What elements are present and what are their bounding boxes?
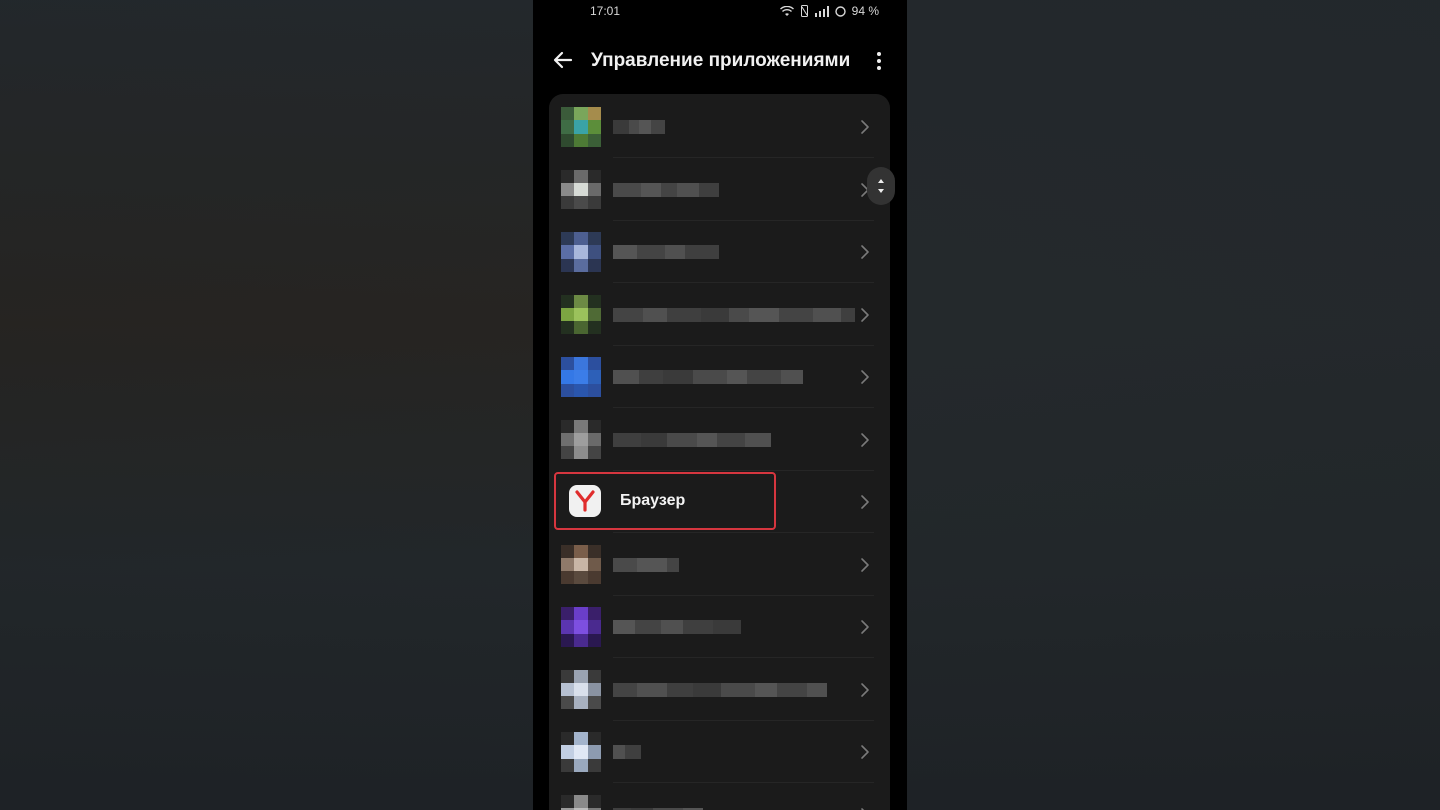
chevron-right-icon: [861, 120, 869, 134]
app-icon-pixelated: [561, 357, 601, 397]
app-row-redacted[interactable]: [549, 534, 890, 596]
battery-percent: 94 %: [851, 4, 879, 18]
signal-icon: [814, 5, 829, 17]
app-row-redacted[interactable]: [549, 784, 890, 810]
back-arrow-icon[interactable]: [551, 48, 575, 72]
status-time: 17:01: [590, 4, 621, 18]
chevron-right-icon: [861, 495, 869, 509]
app-name-redacted: [613, 307, 855, 322]
app-icon-pixelated: [561, 294, 601, 335]
app-row-redacted[interactable]: [549, 659, 890, 721]
chevron-right-icon: [861, 745, 869, 759]
app-icon-pixelated: [561, 232, 601, 272]
chevron-right-icon: [861, 370, 869, 384]
app-name-redacted: [613, 620, 741, 634]
app-icon-pixelated: [561, 107, 601, 147]
app-icon-pixelated: [561, 544, 601, 585]
phone-screen: 17:01 94 % Управление приложениями Брауз…: [533, 0, 907, 810]
app-name-redacted: [613, 245, 719, 259]
app-name-redacted: [613, 682, 827, 697]
app-icon-pixelated: [561, 732, 601, 772]
app-row-redacted[interactable]: [549, 409, 890, 471]
chevron-right-icon: [861, 620, 869, 634]
app-name-redacted: [613, 120, 665, 134]
app-list: Браузер: [549, 94, 890, 810]
app-name-redacted: [613, 557, 679, 572]
scroll-arrows-icon: [878, 179, 884, 193]
app-icon-pixelated: [561, 169, 601, 210]
app-icon-pixelated: [561, 794, 601, 810]
app-name-redacted: [613, 745, 641, 759]
app-icon-pixelated: [561, 607, 601, 647]
chevron-right-icon: [861, 432, 869, 447]
chevron-right-icon: [861, 682, 869, 697]
app-row-redacted[interactable]: [549, 159, 890, 221]
app-name-redacted: [613, 432, 771, 447]
background-blur-right: [907, 0, 1440, 810]
app-name-redacted: [613, 370, 803, 384]
status-icons: 94 %: [779, 4, 879, 18]
chevron-right-icon: [861, 245, 869, 259]
app-name-redacted: [613, 182, 719, 197]
battery-ring-icon: [834, 5, 846, 17]
app-row-redacted[interactable]: [549, 284, 890, 346]
chevron-right-icon: [861, 557, 869, 572]
app-bar: Управление приложениями: [533, 42, 907, 82]
chevron-right-icon: [861, 307, 869, 322]
fast-scroll-handle[interactable]: [867, 167, 895, 205]
highlight-box: [554, 472, 776, 530]
app-icon-pixelated: [561, 419, 601, 460]
vibrate-icon: [800, 5, 808, 17]
app-row-redacted[interactable]: [549, 596, 890, 658]
app-row-redacted[interactable]: [549, 221, 890, 283]
background-blur-left: [0, 0, 533, 810]
page-title: Управление приложениями: [591, 50, 851, 71]
more-vert-icon[interactable]: [871, 50, 887, 72]
wifi-icon: [779, 5, 794, 16]
app-row-redacted[interactable]: [549, 721, 890, 783]
chevron-right-icon: [861, 807, 865, 810]
status-bar: 17:01 94 %: [533, 0, 907, 24]
app-row-redacted[interactable]: [549, 96, 890, 158]
app-icon-pixelated: [561, 669, 601, 710]
app-row-redacted[interactable]: [549, 346, 890, 408]
